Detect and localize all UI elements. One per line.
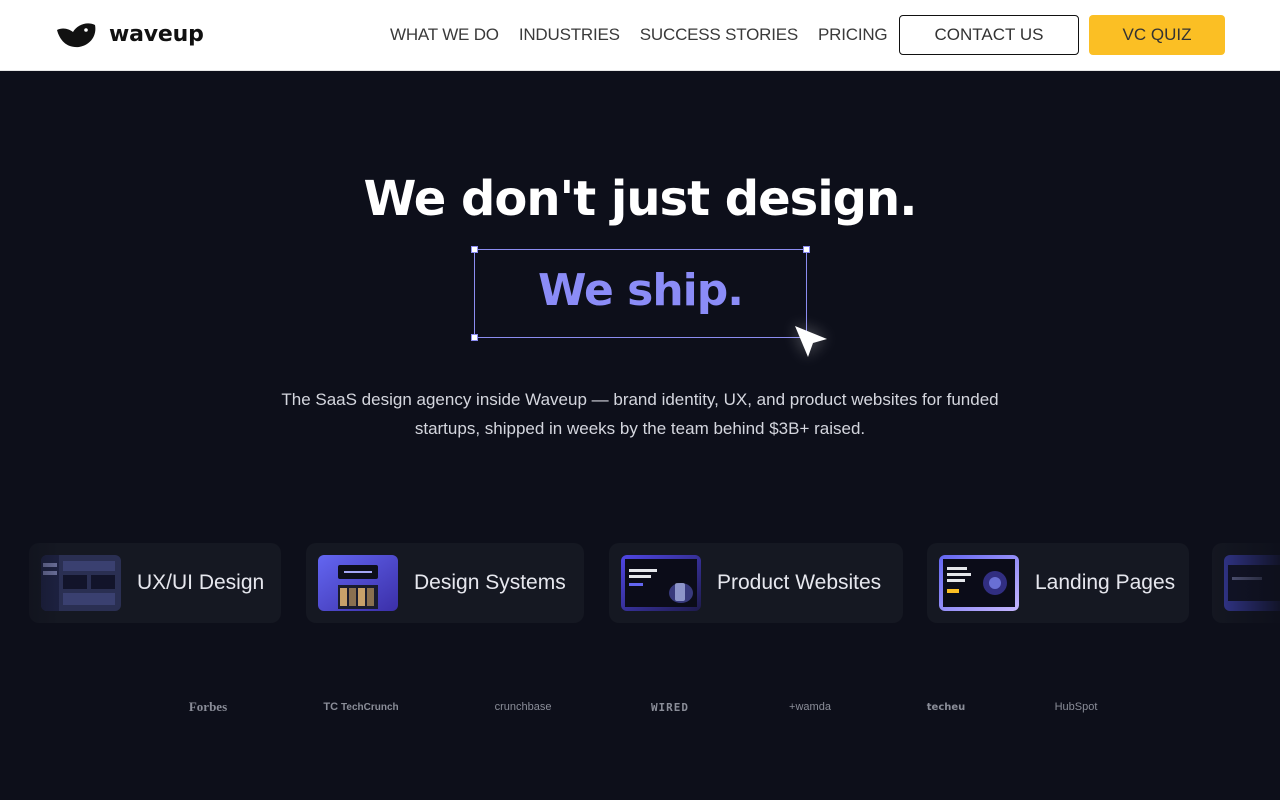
wamda-logo: + wamda bbox=[789, 701, 831, 713]
hero-subtitle-line-2: startups, shipped in weeks by the team b… bbox=[414, 419, 866, 438]
nav-industries[interactable]: INDUSTRIES bbox=[519, 25, 620, 45]
design-system-thumbnail bbox=[318, 555, 398, 611]
wamda-wordmark: wamda bbox=[795, 701, 831, 713]
nav-what-we-do[interactable]: WHAT WE DO bbox=[390, 25, 499, 45]
next-card-thumbnail bbox=[1224, 555, 1280, 611]
techcrunch-mark-icon: TC bbox=[323, 701, 339, 713]
tech-eu-top: tech bbox=[926, 701, 952, 713]
service-card-ux-ui[interactable]: UX/UI Design bbox=[29, 543, 281, 623]
resize-handle-icon bbox=[471, 246, 478, 253]
logo-wordmark: waveup bbox=[109, 22, 204, 47]
press-logos: Forbes TC TechCrunch crunchbase WIRED + w… bbox=[0, 695, 1280, 719]
service-card-landing-pages[interactable]: Landing Pages bbox=[927, 543, 1189, 623]
site-header: waveup WHAT WE DO INDUSTRIES SUCCESS STO… bbox=[0, 0, 1280, 71]
main-nav: WHAT WE DO INDUSTRIES SUCCESS STORIES PR… bbox=[390, 22, 888, 48]
service-label: Landing Pages bbox=[1035, 571, 1176, 594]
dashboard-thumbnail bbox=[41, 555, 121, 611]
hero-subtitle-line-1: The SaaS design agency inside Waveup — b… bbox=[281, 390, 999, 409]
services-carousel: UX/UI Design Design Systems Product Webs… bbox=[0, 543, 1280, 623]
nav-success-stories[interactable]: SUCCESS STORIES bbox=[640, 25, 798, 45]
service-label: Product Websites bbox=[717, 571, 882, 594]
cursor-arrow-icon bbox=[795, 326, 827, 357]
hero-subtitle: The SaaS design agency inside Waveup — b… bbox=[250, 385, 1030, 443]
crunchbase-logo: crunchbase bbox=[494, 701, 552, 713]
forbes-logo: Forbes bbox=[188, 699, 228, 714]
service-card-next[interactable] bbox=[1212, 543, 1280, 623]
resize-handle-icon bbox=[471, 334, 478, 341]
service-card-design-systems[interactable]: Design Systems bbox=[306, 543, 584, 623]
nav-pricing[interactable]: PRICING bbox=[818, 25, 888, 45]
landing-page-thumbnail bbox=[939, 555, 1019, 611]
hero-title: We don't just design. bbox=[363, 171, 918, 227]
bird-logo-icon bbox=[57, 23, 96, 48]
wired-logo: WIRED bbox=[650, 700, 690, 714]
vc-quiz-button[interactable]: VC QUIZ bbox=[1089, 15, 1225, 55]
resize-handle-icon bbox=[803, 246, 810, 253]
hubspot-logo: HubSpot bbox=[1054, 701, 1098, 713]
tech-eu-logo: tech eu bbox=[926, 695, 966, 719]
service-label: Design Systems bbox=[414, 571, 566, 594]
techcrunch-logo: TC TechCrunch bbox=[323, 695, 399, 719]
contact-us-button[interactable]: CONTACT US bbox=[899, 15, 1079, 55]
selection-frame: We ship. bbox=[471, 246, 810, 341]
service-label: UX/UI Design bbox=[137, 571, 265, 594]
logo[interactable]: waveup bbox=[55, 20, 204, 50]
tech-eu-bottom: eu bbox=[951, 701, 966, 713]
service-card-product-websites[interactable]: Product Websites bbox=[609, 543, 903, 623]
product-website-thumbnail bbox=[621, 555, 701, 611]
techcrunch-wordmark: TechCrunch bbox=[341, 701, 399, 713]
hero-highlight: We ship. bbox=[538, 265, 744, 316]
